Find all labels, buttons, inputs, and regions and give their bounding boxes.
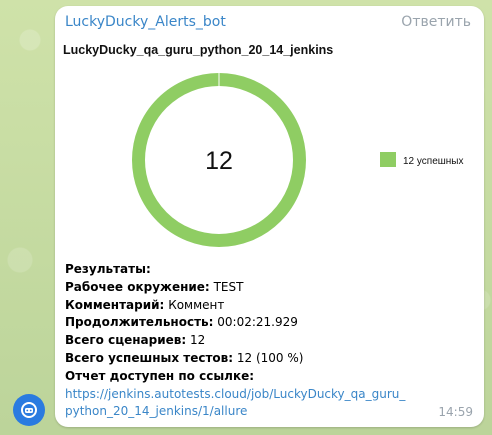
reply-button[interactable]: Ответить (401, 14, 471, 30)
passed-row: Всего успешных тестов: 12 (100 %) (65, 350, 304, 365)
scenarios-value: 12 (189, 333, 206, 348)
comment-row: Комментарий: Коммент (65, 297, 225, 312)
message-time: 14:59 (438, 405, 473, 419)
report-link[interactable]: https://jenkins.autotests.cloud/job/Luck… (65, 386, 410, 422)
sender-name[interactable]: LuckyDucky_Alerts_bot (65, 14, 226, 30)
legend-swatch (380, 152, 396, 167)
results-block: Результаты: Рабочее окружение: TEST Комм… (65, 261, 475, 421)
report-row: Отчет доступен по ссылке: (65, 368, 255, 383)
results-heading: Результаты: (65, 262, 151, 276)
chart-title: LuckyDucky_qa_guru_python_20_14_jenkins (63, 43, 333, 57)
env-value: TEST (213, 279, 244, 294)
passed-value: 12 (100 %) (236, 350, 304, 365)
duration-value: 00:02:21.929 (217, 315, 298, 330)
duration-row: Продолжительность: 00:02:21.929 (65, 315, 298, 330)
scenarios-row: Всего сценариев: 12 (65, 333, 206, 348)
comment-value: Коммент (168, 297, 225, 312)
donut-chart: LuckyDucky_qa_guru_python_20_14_jenkins … (63, 43, 464, 247)
chart-center-value: 12 (205, 147, 233, 175)
bot-avatar-icon[interactable] (13, 394, 45, 426)
chart-container: LuckyDucky_qa_guru_python_20_14_jenkins … (63, 40, 473, 254)
message-bubble: LuckyDucky_Alerts_bot Ответить LuckyDuck… (55, 6, 484, 427)
legend-label: 12 успешных (403, 156, 464, 167)
env-row: Рабочее окружение: TEST (65, 279, 244, 294)
